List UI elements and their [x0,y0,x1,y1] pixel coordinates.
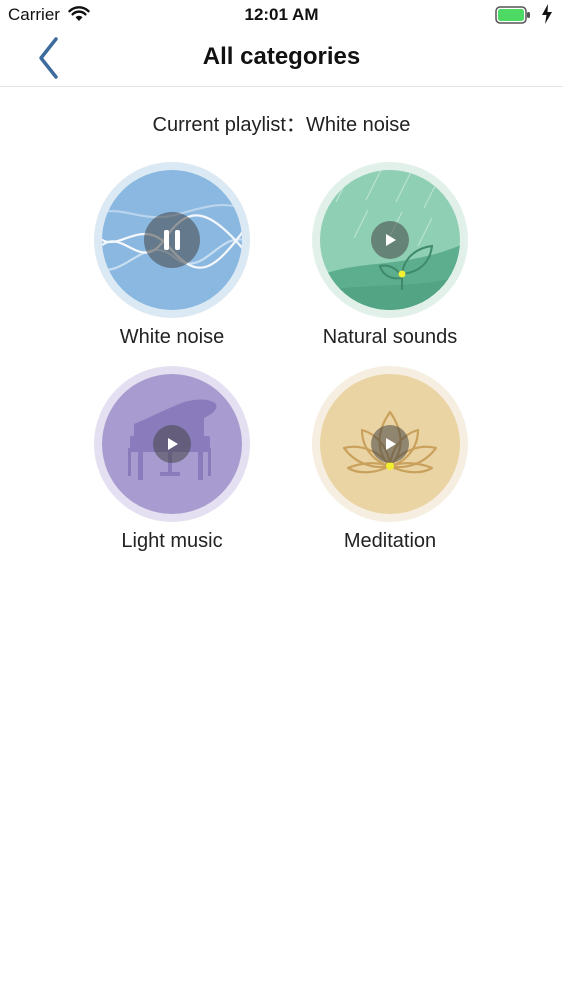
page-title: All categories [202,43,361,70]
category-meditation[interactable]: Meditation [290,366,490,553]
pause-button[interactable] [144,212,200,268]
light-music-artwork [94,366,250,522]
natural-sounds-artwork [312,162,468,318]
navigation-bar: All categories [0,30,563,87]
battery-icon [495,6,531,29]
play-icon [168,438,178,450]
pause-icon [164,230,180,250]
clock: 12:01 AM [244,5,319,24]
category-white-noise[interactable]: White noise [72,162,272,349]
white-noise-artwork [94,162,250,318]
current-playlist-value: White noise [305,114,411,136]
play-icon [386,234,396,246]
play-button[interactable] [371,221,409,259]
category-label: White noise [119,326,225,348]
play-button[interactable] [371,425,409,463]
category-label: Meditation [343,530,437,552]
current-playlist: Current playlist：White noise [0,108,563,137]
category-label: Light music [121,530,223,552]
current-playlist-label: Current playlist： [152,114,306,136]
category-light-music[interactable]: Light music [72,366,272,553]
status-bar: Carrier 12:01 AM [0,0,563,30]
play-button[interactable] [153,425,191,463]
charging-icon [541,4,553,29]
category-natural-sounds[interactable]: Natural sounds [290,162,490,349]
meditation-artwork [312,366,468,522]
play-icon [386,438,396,450]
category-label: Natural sounds [322,326,458,348]
